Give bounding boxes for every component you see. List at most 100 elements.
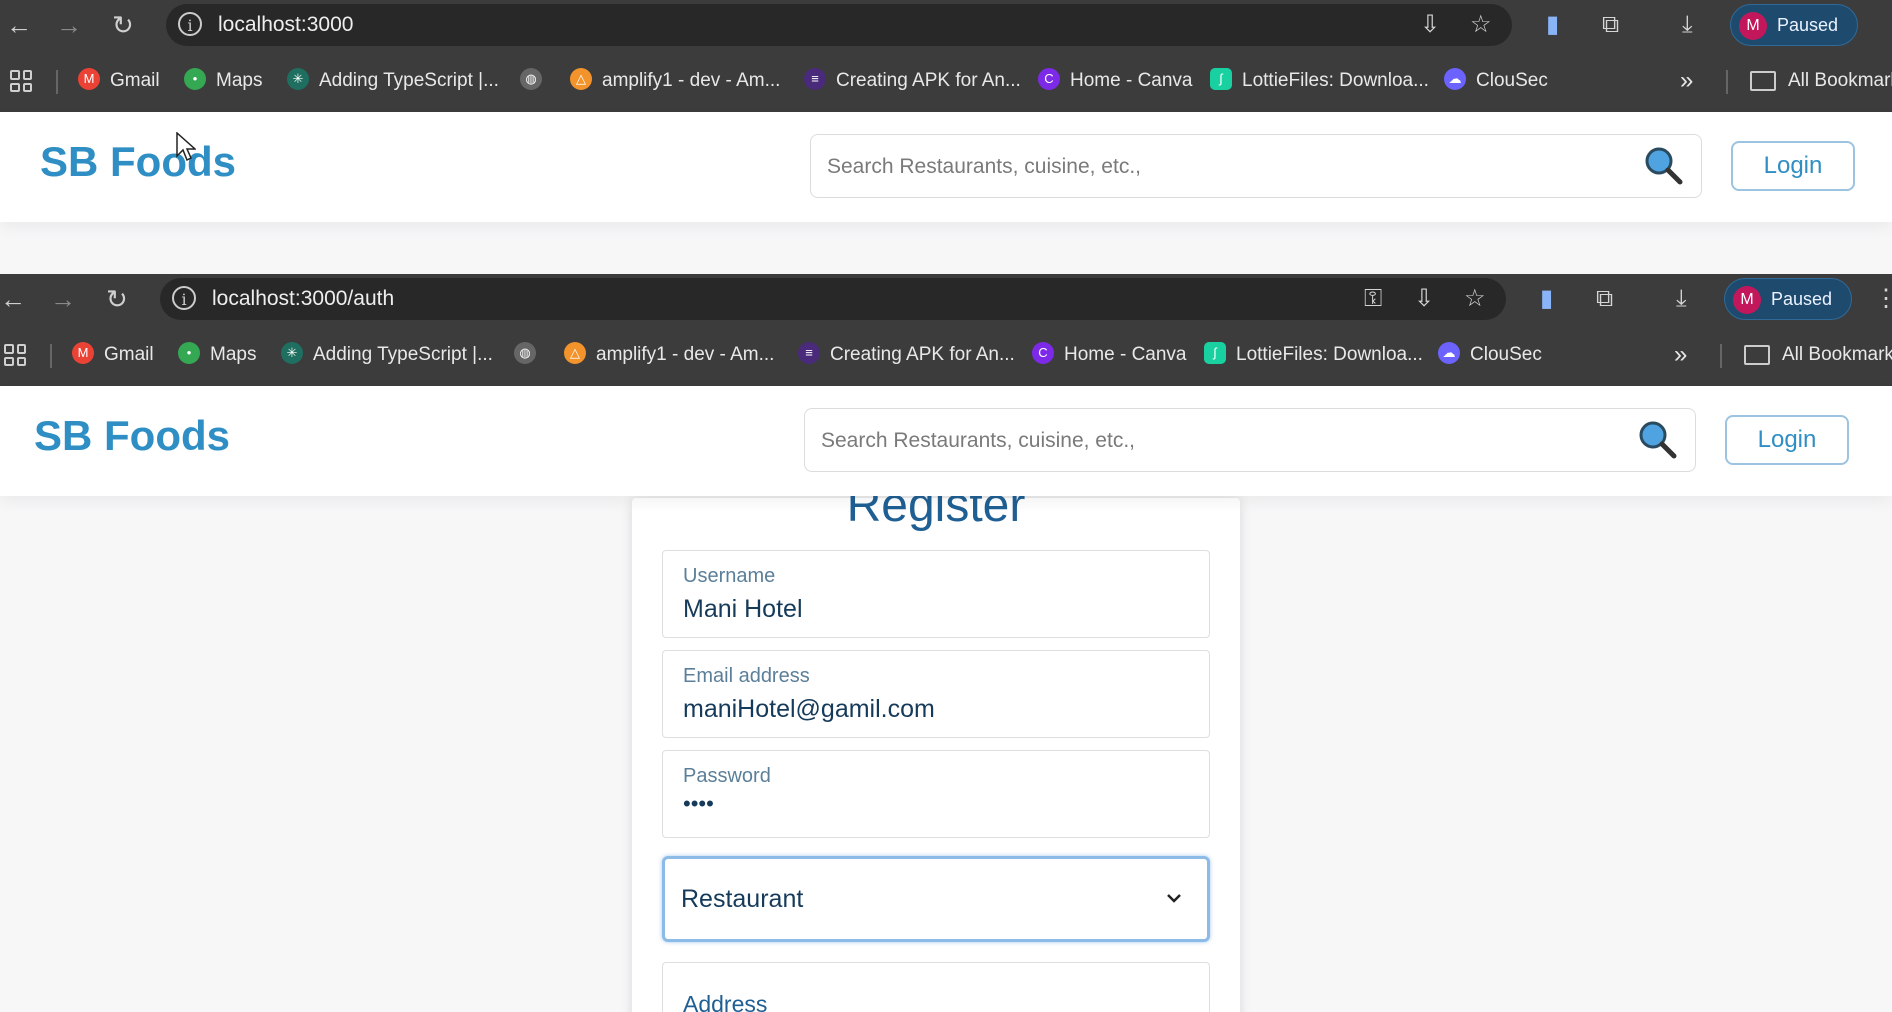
expo-icon: ≡ — [798, 341, 820, 364]
reload-icon[interactable]: ↻ — [112, 0, 134, 50]
more-bookmarks-chevron-icon[interactable]: » — [1680, 50, 1693, 112]
forward-icon[interactable]: → — [50, 274, 76, 324]
maps-pin-icon: • — [184, 67, 206, 90]
search-icon[interactable] — [1637, 419, 1677, 459]
bookmark-label: Creating APK for An... — [830, 344, 1015, 365]
chevron-down-icon[interactable] — [1165, 889, 1183, 907]
username-label: Username — [683, 565, 776, 587]
brand-logo[interactable]: SB Foods — [40, 138, 236, 186]
folder-icon — [1750, 70, 1776, 91]
apps-grid-icon[interactable] — [10, 70, 32, 92]
bookmark-label: Adding TypeScript |... — [313, 344, 493, 365]
back-icon[interactable]: ← — [6, 0, 32, 50]
react-icon: ✳ — [287, 67, 309, 90]
back-icon[interactable]: ← — [0, 274, 26, 324]
expo-icon: ≡ — [804, 67, 826, 90]
bookmark-globe[interactable]: ◍ — [514, 324, 546, 386]
omnibox[interactable]: i localhost:3000 — [166, 4, 1512, 46]
bookmarks-separator — [56, 70, 58, 94]
omnibox[interactable]: i localhost:3000/auth — [160, 278, 1506, 320]
install-app-icon[interactable]: ⇩ — [1420, 0, 1440, 50]
brand-logo[interactable]: SB Foods — [34, 412, 230, 460]
bookmark-label: LottieFiles: Downloa... — [1242, 70, 1429, 91]
profile-paused-button[interactable]: M Paused — [1730, 4, 1858, 46]
search-input[interactable] — [819, 409, 1623, 473]
amplify-icon: △ — [570, 67, 592, 90]
bookmarks-separator — [1726, 70, 1728, 94]
amplify-icon: △ — [564, 341, 586, 364]
search-box — [810, 134, 1702, 199]
bookmark-clousec[interactable]: ☁ ClouSec — [1438, 324, 1542, 386]
bookmark-lottie[interactable]: ʃ LottieFiles: Downloa... — [1204, 324, 1423, 386]
bookmark-canva[interactable]: C Home - Canva — [1032, 324, 1187, 386]
bookmark-typescript[interactable]: ✳ Adding TypeScript |... — [287, 50, 499, 112]
install-app-icon[interactable]: ⇩ — [1414, 274, 1434, 324]
email-value[interactable]: maniHotel@gamil.com — [683, 695, 935, 724]
reading-list-icon[interactable]: ▮ — [1540, 274, 1553, 324]
clousec-icon: ☁ — [1438, 341, 1460, 364]
downloads-icon[interactable]: ⤓ — [1682, 0, 1693, 50]
address-field[interactable]: Address — [662, 962, 1210, 1012]
bookmark-amplify[interactable]: △ amplify1 - dev - Am... — [570, 50, 780, 112]
address-bar: ← → ↻ i localhost:3000/auth ⚿ ⇩ ☆ ▮ ⧉ ⤓ … — [0, 274, 1892, 324]
search-input[interactable] — [825, 135, 1629, 199]
bookmark-expo[interactable]: ≡ Creating APK for An... — [798, 324, 1015, 386]
bookmark-expo[interactable]: ≡ Creating APK for An... — [804, 50, 1021, 112]
login-button[interactable]: Login — [1731, 141, 1855, 191]
site-info-icon[interactable]: i — [178, 12, 202, 36]
all-bookmarks-folder[interactable]: All Bookmarks — [1744, 324, 1892, 386]
folder-icon — [1744, 344, 1770, 365]
browser-window-bottom: ← → ↻ i localhost:3000/auth ⚿ ⇩ ☆ ▮ ⧉ ⤓ … — [0, 274, 1892, 1012]
password-key-icon[interactable]: ⚿ — [1364, 274, 1382, 324]
forward-icon[interactable]: → — [56, 0, 82, 50]
password-value[interactable]: •••• — [683, 791, 714, 817]
password-field[interactable]: Password •••• — [662, 750, 1210, 838]
email-field[interactable]: Email address maniHotel@gamil.com — [662, 650, 1210, 738]
bookmark-label: LottieFiles: Downloa... — [1236, 344, 1423, 365]
site-header: SB Foods Login — [0, 386, 1892, 496]
apps-grid-icon[interactable] — [4, 344, 26, 366]
all-bookmarks-label: All Bookmarks — [1782, 344, 1892, 365]
bookmark-lottie[interactable]: ʃ LottieFiles: Downloa... — [1210, 50, 1429, 112]
bookmark-gmail[interactable]: M Gmail — [78, 50, 160, 112]
canva-icon: C — [1038, 67, 1060, 90]
bookmark-globe[interactable]: ◍ — [520, 50, 552, 112]
bookmark-star-icon[interactable]: ☆ — [1464, 274, 1486, 324]
more-bookmarks-chevron-icon[interactable]: » — [1674, 324, 1687, 386]
extensions-icon[interactable]: ⧉ — [1596, 274, 1613, 324]
downloads-icon[interactable]: ⤓ — [1676, 274, 1687, 324]
address-label: Address — [683, 991, 768, 1012]
extensions-icon[interactable]: ⧉ — [1602, 0, 1619, 50]
globe-icon: ◍ — [514, 341, 536, 364]
url-text[interactable]: localhost:3000 — [218, 4, 353, 46]
login-button[interactable]: Login — [1725, 415, 1849, 465]
bookmark-clousec[interactable]: ☁ ClouSec — [1444, 50, 1548, 112]
bookmark-maps[interactable]: • Maps — [178, 324, 256, 386]
profile-avatar: M — [1739, 12, 1767, 40]
site-info-icon[interactable]: i — [172, 286, 196, 310]
usertype-select[interactable]: Restaurant — [662, 856, 1210, 942]
menu-dots-icon[interactable]: ⋮ — [1874, 274, 1892, 324]
reload-icon[interactable]: ↻ — [106, 274, 128, 324]
bookmark-amplify[interactable]: △ amplify1 - dev - Am... — [564, 324, 774, 386]
lottie-icon: ʃ — [1204, 341, 1226, 364]
profile-paused-button[interactable]: M Paused — [1724, 278, 1852, 320]
bookmark-maps[interactable]: • Maps — [184, 50, 262, 112]
clousec-icon: ☁ — [1444, 67, 1466, 90]
mouse-cursor-icon — [176, 132, 196, 162]
bookmark-label: amplify1 - dev - Am... — [596, 344, 775, 365]
maps-pin-icon: • — [178, 341, 200, 364]
bookmark-typescript[interactable]: ✳ Adding TypeScript |... — [281, 324, 493, 386]
bookmark-label: Gmail — [104, 344, 154, 365]
bookmark-gmail[interactable]: M Gmail — [72, 324, 154, 386]
bookmark-canva[interactable]: C Home - Canva — [1038, 50, 1193, 112]
all-bookmarks-folder[interactable]: All Bookmarks — [1750, 50, 1892, 112]
browser-window-top: ← → ↻ i localhost:3000 ⇩ ☆ ▮ ⧉ ⤓ M Pause… — [0, 0, 1892, 280]
reading-list-icon[interactable]: ▮ — [1546, 0, 1559, 50]
username-field[interactable]: Username Mani Hotel — [662, 550, 1210, 638]
bookmark-star-icon[interactable]: ☆ — [1470, 0, 1492, 50]
url-text[interactable]: localhost:3000/auth — [212, 278, 394, 320]
search-box — [804, 408, 1696, 473]
username-value[interactable]: Mani Hotel — [683, 595, 803, 624]
search-icon[interactable] — [1643, 145, 1683, 185]
